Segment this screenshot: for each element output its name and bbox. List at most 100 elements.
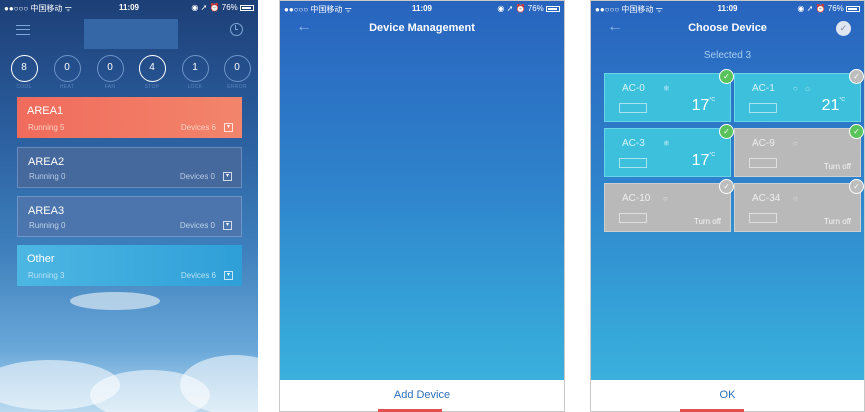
counter-value: 4 — [138, 55, 166, 82]
status-right: ◉ ➚ ⏰ 76% — [497, 4, 560, 13]
temp-unit: °C — [709, 152, 715, 158]
counter-value: 0 — [96, 55, 124, 82]
chevron-down-icon[interactable]: ▾ — [224, 123, 233, 132]
area-running: Running 0 — [29, 221, 66, 230]
counter-heat[interactable]: 0 HEAT — [52, 55, 82, 90]
area-name: AREA2 — [28, 156, 65, 168]
status-bar: ●●○○○ 中国移动 ᯤ 11:09 ◉ ➚ ⏰ 76% — [591, 1, 864, 17]
device-indicator — [619, 213, 647, 223]
cloud-decoration — [180, 355, 258, 412]
area-devices: Devices 6 — [180, 271, 216, 280]
area-devices: Devices 0 — [179, 221, 215, 230]
power-icon: ○ — [663, 194, 668, 203]
temp-unit: °C — [709, 97, 715, 103]
unselected-check-icon: ✓ — [719, 179, 734, 194]
device-tile-ac-34[interactable]: AC-34 ○ Turn off ✓ — [734, 179, 864, 232]
selected-check-icon: ✓ — [719, 69, 734, 84]
area-name: AREA1 — [27, 105, 64, 117]
power-icon: ○ — [793, 139, 798, 148]
counter-label: ERROR — [227, 84, 247, 90]
device-management-screen: ●●○○○ 中国移动 ᯤ 11:09 ◉ ➚ ⏰ 76% ← Device Ma… — [279, 0, 565, 412]
clock-icon[interactable] — [230, 23, 243, 36]
device-temp: 17°C — [692, 97, 715, 115]
selected-check-icon: ✓ — [849, 124, 864, 139]
chevron-down-icon[interactable]: ▾ — [223, 172, 232, 181]
device-name: AC-0 — [622, 83, 645, 94]
page-title: Choose Device — [688, 22, 767, 34]
counter-value: 0 — [53, 55, 81, 82]
area-running: Running 5 — [28, 123, 65, 132]
area-running: Running 0 — [29, 172, 66, 181]
counter-label: COOL — [16, 84, 32, 90]
device-name: AC-34 — [752, 193, 781, 204]
device-indicator — [619, 158, 647, 168]
device-tile-ac-0[interactable]: AC-0 ❄ 17°C ✓ — [604, 69, 734, 122]
temp-unit: °C — [839, 97, 845, 103]
snowflake-icon: ❄ — [663, 139, 670, 148]
counter-value: 1 — [181, 55, 209, 82]
counter-label: HEAT — [59, 84, 75, 90]
counter-fan[interactable]: 0 FAN — [95, 55, 125, 90]
battery-percent: 76% — [527, 4, 544, 13]
area-name: AREA3 — [28, 205, 65, 217]
status-icons: ◉ ➚ ⏰ — [797, 4, 826, 13]
confirm-check-icon[interactable]: ✓ — [836, 21, 851, 36]
counter-label: STOP — [144, 84, 160, 90]
title-box — [84, 19, 178, 49]
battery-icon — [546, 5, 560, 12]
add-device-button[interactable]: Add Device — [280, 380, 564, 411]
choose-device-screen: ●●○○○ 中国移动 ᯤ 11:09 ◉ ➚ ⏰ 76% ← Choose De… — [590, 0, 865, 412]
battery-percent: 76% — [221, 3, 238, 12]
device-tile-ac-10[interactable]: AC-10 ○ Turn off ✓ — [604, 179, 734, 232]
counter-cool[interactable]: 8 COOL — [9, 55, 39, 90]
status-icons: ◉ ➚ ⏰ — [191, 3, 220, 12]
device-indicator — [749, 158, 777, 168]
area-name: Other — [27, 253, 55, 265]
counter-value: 8 — [10, 55, 38, 82]
counter-stop[interactable]: 4 STOP — [137, 55, 167, 90]
area-card-other[interactable]: Other Running 3 Devices 6 ▾ — [17, 245, 242, 286]
area-card-area1[interactable]: AREA1 Running 5 Devices 6 ▾ — [17, 97, 242, 138]
area-card-area3[interactable]: AREA3 Running 0 Devices 0 ▾ — [17, 196, 242, 237]
chevron-down-icon[interactable]: ▾ — [223, 221, 232, 230]
counter-lock[interactable]: 1 LOCK — [180, 55, 210, 90]
temp-value: 21 — [821, 97, 840, 114]
device-name: AC-9 — [752, 138, 775, 149]
status-bar: ●●○○○ 中国移动 ᯤ 11:09 ◉ ➚ ⏰ 76% — [0, 0, 258, 16]
device-tile-ac-9[interactable]: AC-9 ○ Turn off ✓ — [734, 124, 864, 177]
status-icons: ◉ ➚ ⏰ — [497, 4, 526, 13]
device-status: Turn off — [823, 162, 851, 171]
chevron-down-icon[interactable]: ▾ — [224, 271, 233, 280]
counter-error[interactable]: 0 ERROR — [222, 55, 252, 90]
device-name: AC-10 — [622, 193, 651, 204]
menu-icon[interactable] — [16, 25, 30, 35]
battery-icon — [846, 5, 860, 12]
battery-percent: 76% — [827, 4, 844, 13]
power-icon: ○ — [793, 84, 798, 93]
area-card-area2[interactable]: AREA2 Running 0 Devices 0 ▾ — [17, 147, 242, 188]
device-tile-ac-1[interactable]: AC-1 ○ ⌂ 21°C ✓ — [734, 69, 864, 122]
temp-value: 17 — [691, 97, 710, 114]
ok-button[interactable]: OK — [591, 380, 864, 411]
device-temp: 21°C — [822, 97, 845, 115]
selected-count: Selected 3 — [703, 50, 752, 61]
status-right: ◉ ➚ ⏰ 76% — [191, 3, 254, 12]
lock-icon: ⌂ — [805, 84, 810, 93]
counter-label: FAN — [104, 84, 116, 90]
device-tile-ac-3[interactable]: AC-3 ❄ 17°C ✓ — [604, 124, 734, 177]
power-icon: ○ — [793, 194, 798, 203]
counter-value: 0 — [223, 55, 251, 82]
device-status: Turn off — [693, 217, 721, 226]
device-name: AC-3 — [622, 138, 645, 149]
device-temp: 17°C — [692, 152, 715, 170]
cloud-decoration — [70, 292, 160, 310]
temp-value: 17 — [691, 152, 710, 169]
area-devices: Devices 6 — [180, 123, 216, 132]
home-screen: ●●○○○ 中国移动 ᯤ 11:09 ◉ ➚ ⏰ 76% 8 COOL 0 HE… — [0, 0, 258, 412]
area-devices: Devices 0 — [179, 172, 215, 181]
device-status: Turn off — [823, 217, 851, 226]
device-indicator — [749, 213, 777, 223]
area-running: Running 3 — [28, 271, 65, 280]
selected-check-icon: ✓ — [719, 124, 734, 139]
counter-label: LOCK — [187, 84, 203, 90]
